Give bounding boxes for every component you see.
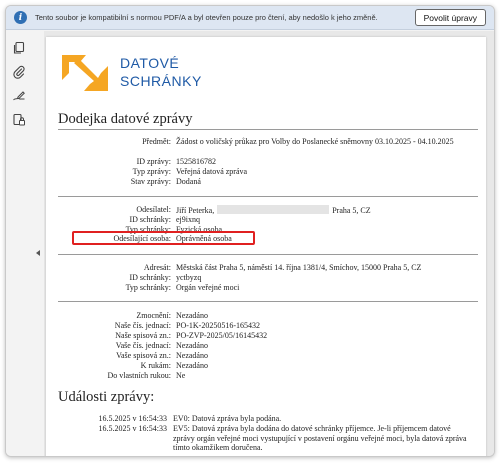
divider <box>58 129 478 130</box>
row-label: Zmocnění: <box>136 311 171 320</box>
enable-editing-button[interactable]: Povolit úpravy <box>414 9 486 26</box>
row-label: ID schránky: <box>129 273 171 282</box>
security-icon[interactable] <box>12 113 26 127</box>
row-label: Odesílatel: <box>136 205 171 214</box>
row-label: K rukám: <box>140 361 171 370</box>
document-title: Dodejka datové zprávy <box>58 111 193 127</box>
pdf-page: DATOVÉ SCHRÁNKY Dodejka datové zprávy Př… <box>46 37 486 456</box>
row-value: ej9ixnq <box>176 215 200 224</box>
row-value: Žádost o voličský průkaz pro Volby do Po… <box>176 137 454 146</box>
row-value: Městská část Praha 5, náměstí 14. října … <box>176 263 422 272</box>
row-value: Ne <box>176 371 186 380</box>
row-label: Vaše čís. jednací: <box>115 341 171 350</box>
divider <box>58 196 478 197</box>
row-value: Nezadáno <box>176 351 208 360</box>
sender-name: Jiří Peterka, <box>176 206 215 215</box>
sender-city: Praha 5, CZ <box>332 206 371 215</box>
pdf-viewer-window: i Tento soubor je kompatibilní s normou … <box>5 5 495 457</box>
row-label: Naše spisová zn.: <box>115 331 171 340</box>
copy-pages-icon[interactable] <box>12 41 26 55</box>
row-label: Naše čís. jednací: <box>114 321 171 330</box>
left-toolbar <box>6 31 32 456</box>
row-label: ID schránky: <box>129 215 171 224</box>
signature-icon[interactable] <box>12 89 26 103</box>
event-text: EV0: Datová zpráva byla podána. <box>173 414 282 423</box>
logo-text-line2: SCHRÁNKY <box>120 73 202 89</box>
row-label: ID zprávy: <box>136 157 171 166</box>
datove-schranky-logo: DATOVÉ SCHRÁNKY <box>60 53 220 93</box>
event-text: EV5: Datová zpráva byla dodána do datové… <box>173 424 467 452</box>
row-label: Typ zprávy: <box>132 167 171 176</box>
readonly-info-bar: i Tento soubor je kompatibilní s normou … <box>6 6 494 30</box>
row-value: Jiří Peterka, Praha 5, CZ <box>176 205 371 215</box>
row-value: Nezadáno <box>176 361 208 370</box>
row-value: Nezadáno <box>176 341 208 350</box>
document-viewport[interactable]: DATOVÉ SCHRÁNKY Dodejka datové zprávy Př… <box>44 31 494 456</box>
row-value: Nezadáno <box>176 311 208 320</box>
row-value: Dodaná <box>176 177 201 186</box>
divider <box>58 301 478 302</box>
row-value: Orgán veřejné moci <box>176 283 240 292</box>
divider <box>58 254 478 255</box>
info-bar-message: Tento soubor je kompatibilní s normou PD… <box>35 13 378 22</box>
row-label: Do vlastních rukou: <box>107 371 171 380</box>
row-value: 1525816782 <box>176 157 216 166</box>
logo-text-line1: DATOVÉ <box>120 55 180 71</box>
row-value: PO-ZVP-2025/05/16145432 <box>176 331 268 340</box>
event-time: 16.5.2025 v 16:54:33 <box>98 424 167 433</box>
attachment-icon[interactable] <box>12 65 26 79</box>
row-label: Typ schránky: <box>125 283 171 292</box>
info-icon: i <box>14 11 27 24</box>
red-highlight-box <box>72 231 255 245</box>
row-label: Adresát: <box>143 263 171 272</box>
row-value: PO-1K-20250516-165432 <box>176 321 260 330</box>
event-time: 16.5.2025 v 16:54:33 <box>98 414 167 423</box>
events-title: Události zprávy: <box>58 389 155 405</box>
row-value: Veřejná datová zpráva <box>176 167 248 176</box>
logo-arrow-icon <box>62 55 108 91</box>
collapse-panel-arrow-icon[interactable] <box>36 250 40 256</box>
row-value: yctbyzq <box>176 273 202 282</box>
row-label: Předmět: <box>142 137 171 146</box>
redacted-address-block <box>217 205 330 214</box>
row-label: Vaše spisová zn.: <box>116 351 171 360</box>
row-label: Stav zprávy: <box>130 177 171 186</box>
